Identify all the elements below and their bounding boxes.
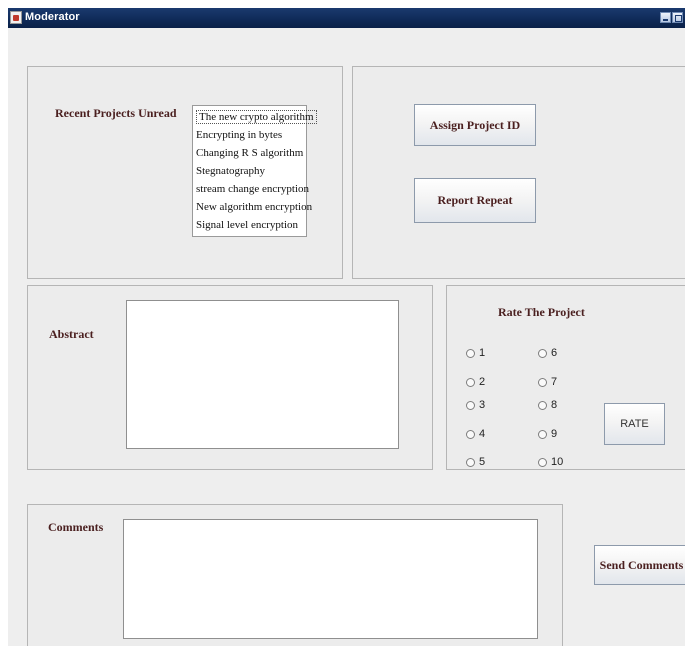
list-item[interactable]: Stegnatography (196, 164, 306, 182)
radio-icon (466, 429, 475, 439)
rating-option-8[interactable]: 8 (538, 399, 557, 411)
rating-option-4[interactable]: 4 (466, 428, 485, 440)
radio-icon (538, 400, 547, 410)
list-item[interactable]: stream change encryption (196, 182, 309, 200)
title-bar[interactable]: Moderator (8, 8, 685, 28)
project-actions-panel: Assign Project ID Report Repeat (352, 66, 685, 279)
radio-icon (466, 348, 475, 358)
radio-icon (538, 457, 547, 467)
list-item[interactable]: Changing R S algorithm (196, 146, 306, 164)
rating-option-2[interactable]: 2 (466, 376, 485, 388)
rating-option-7[interactable]: 7 (538, 376, 557, 388)
list-item[interactable]: New algorithm encryption (196, 200, 312, 218)
recent-projects-panel: Recent Projects Unread The new crypto al… (27, 66, 343, 279)
list-item[interactable]: The new crypto algorithm (196, 110, 317, 128)
maximize-icon[interactable] (672, 12, 683, 23)
java-app-icon (10, 11, 22, 24)
rating-option-6[interactable]: 6 (538, 347, 557, 359)
abstract-label: Abstract (49, 327, 94, 341)
radio-icon (538, 377, 547, 387)
rating-option-1[interactable]: 1 (466, 347, 485, 359)
report-repeat-button[interactable]: Report Repeat (414, 178, 536, 223)
send-comments-button[interactable]: Send Comments (594, 545, 685, 585)
abstract-panel: Abstract (27, 285, 433, 470)
comments-panel: Comments (27, 504, 563, 646)
radio-icon (538, 348, 547, 358)
rating-option-3[interactable]: 3 (466, 399, 485, 411)
recent-projects-label: Recent Projects Unread (55, 106, 177, 120)
rate-button[interactable]: RATE (604, 403, 665, 445)
comments-textarea[interactable] (123, 519, 538, 639)
assign-project-id-button[interactable]: Assign Project ID (414, 104, 536, 146)
radio-icon (466, 457, 475, 467)
rating-panel: Rate The Project 1 2 3 4 5 6 7 8 9 10 RA… (446, 285, 685, 470)
radio-icon (538, 429, 547, 439)
rating-option-5[interactable]: 5 (466, 456, 485, 468)
radio-icon (466, 400, 475, 410)
list-item[interactable]: Signal level encryption (196, 218, 306, 236)
rating-option-10[interactable]: 10 (538, 456, 563, 468)
rate-project-title: Rate The Project (498, 305, 585, 319)
window-title: Moderator (25, 11, 80, 23)
rating-option-9[interactable]: 9 (538, 428, 557, 440)
recent-projects-list[interactable]: The new crypto algorithm Encrypting in b… (192, 105, 317, 237)
radio-icon (466, 377, 475, 387)
moderator-window: Moderator Recent Projects Unread The new… (8, 8, 685, 646)
comments-label: Comments (48, 520, 104, 534)
abstract-textarea[interactable] (126, 300, 399, 449)
minimize-icon[interactable] (660, 12, 671, 23)
list-item[interactable]: Encrypting in bytes (196, 128, 306, 146)
